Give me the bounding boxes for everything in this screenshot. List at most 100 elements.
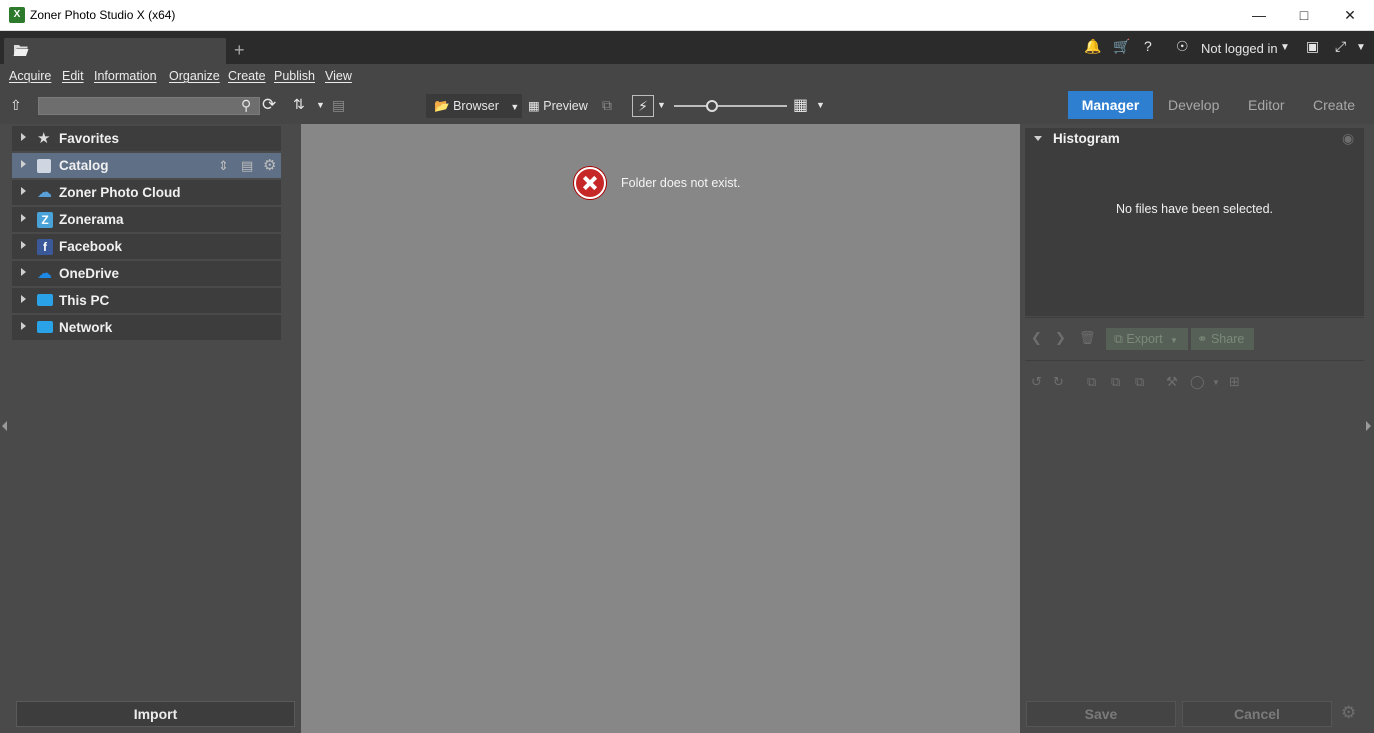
sidebar-item-catalog[interactable]: Catalog ⇕ ▤ ⚙ — [12, 153, 281, 179]
monitor-icon — [37, 294, 53, 306]
login-status[interactable]: Not logged in — [1201, 41, 1278, 56]
tab-create[interactable]: Create — [1313, 91, 1355, 119]
new-folder-icon[interactable]: ▤ — [332, 97, 345, 114]
expand-arrow-icon[interactable] — [21, 214, 26, 222]
compare-icon[interactable]: ⧉ — [1111, 374, 1120, 390]
rotate-right-icon[interactable]: ↻ — [1053, 374, 1064, 390]
add-icon[interactable]: ⊞ — [1229, 374, 1240, 390]
menu-acquire[interactable]: Acquire — [9, 69, 51, 83]
histogram-settings-icon[interactable]: ◉ — [1342, 130, 1354, 147]
sort-dropdown-icon[interactable]: ▼ — [316, 100, 325, 110]
zonerama-icon: Z — [37, 212, 53, 228]
sidebar-item-onedrive[interactable]: ☁ OneDrive — [12, 261, 281, 287]
stamp-dropdown-icon[interactable]: ▼ — [1212, 378, 1220, 387]
share-label: Share — [1210, 332, 1245, 346]
window-title: Zoner Photo Studio X (x64) — [30, 8, 176, 22]
previous-icon[interactable]: ❮ — [1031, 330, 1042, 346]
share-button[interactable]: ⚭ Share — [1191, 328, 1254, 350]
expand-arrow-icon[interactable] — [21, 322, 26, 330]
catalog-icon — [37, 159, 51, 173]
expand-arrow-icon[interactable] — [21, 187, 26, 195]
gear-icon[interactable]: ⚙ — [1341, 703, 1356, 723]
quick-filter-icon[interactable]: ⚡ — [632, 95, 654, 117]
fullscreen-dropdown-icon[interactable]: ▼ — [1356, 42, 1366, 62]
monitor-icon[interactable]: ▣ — [1306, 38, 1319, 58]
network-icon — [37, 321, 53, 333]
collapse-left-panel-icon[interactable] — [2, 421, 7, 431]
tools-icon[interactable]: ⚒ — [1166, 374, 1178, 390]
onedrive-icon: ☁ — [37, 265, 52, 282]
refresh-icon[interactable]: ⟳ — [262, 95, 276, 115]
expand-arrow-icon[interactable] — [21, 133, 26, 141]
sidebar-item-label: Catalog — [59, 158, 109, 173]
copy-icon[interactable]: ⧉ — [1087, 374, 1096, 390]
grid-view-dropdown-icon[interactable]: ▼ — [816, 100, 825, 110]
expand-arrow-icon[interactable] — [21, 295, 26, 303]
rotate-left-icon[interactable]: ↺ — [1031, 374, 1042, 390]
quick-filter-dropdown-icon[interactable]: ▼ — [657, 100, 666, 110]
sidebar-item-label: Network — [59, 320, 113, 335]
histogram-area — [1025, 150, 1364, 316]
login-dropdown-icon[interactable]: ▼ — [1280, 42, 1290, 62]
export-button[interactable]: ⧉ Export ▼ — [1106, 328, 1188, 350]
expand-arrow-icon[interactable] — [21, 268, 26, 276]
sidebar-item-this-pc[interactable]: This PC — [12, 288, 281, 314]
add-tab-button[interactable]: + — [234, 40, 245, 61]
folder-open-icon — [13, 45, 29, 56]
duplicate-icon[interactable]: ⧉ — [1135, 374, 1144, 390]
collapse-right-panel-icon[interactable] — [1366, 421, 1371, 431]
menu-create[interactable]: Create — [228, 69, 266, 83]
sidebar-item-label: This PC — [59, 293, 110, 308]
search-icon[interactable]: ⚲ — [241, 97, 251, 114]
tab-develop[interactable]: Develop — [1168, 91, 1219, 119]
search-input[interactable] — [38, 97, 260, 115]
histogram-title: Histogram — [1053, 131, 1120, 146]
browser-label: Browser — [453, 99, 499, 113]
collapse-arrow-icon[interactable] — [1034, 136, 1042, 141]
export-dropdown-icon: ▼ — [1170, 336, 1178, 345]
fullscreen-icon[interactable]: ⤢ — [1335, 38, 1346, 58]
next-icon[interactable]: ❯ — [1055, 330, 1066, 346]
menu-organize[interactable]: Organize — [169, 69, 220, 83]
sidebar-item-zonerama[interactable]: Z Zonerama — [12, 207, 281, 233]
tab-editor[interactable]: Editor — [1248, 91, 1285, 119]
tab-manager[interactable]: Manager — [1068, 91, 1153, 119]
sidebar-item-network[interactable]: Network — [12, 315, 281, 341]
expand-arrow-icon[interactable] — [21, 241, 26, 249]
import-button[interactable]: Import — [16, 701, 295, 727]
bell-icon[interactable]: 🔔 — [1084, 38, 1101, 58]
help-icon[interactable]: ? — [1144, 38, 1152, 58]
sidebar-item-label: Zonerama — [59, 212, 124, 227]
grid-view-icon[interactable]: ▦ — [793, 95, 808, 115]
menu-publish[interactable]: Publish — [274, 69, 315, 83]
browser-button[interactable]: 📂 Browser ▼ — [426, 94, 522, 118]
cancel-button[interactable]: Cancel — [1182, 701, 1332, 727]
folder-up-icon[interactable]: ⇧ — [10, 97, 22, 114]
external-open-icon[interactable]: ⧉ — [602, 97, 612, 114]
folder-tab[interactable] — [4, 38, 226, 64]
close-button[interactable]: ✕ — [1327, 0, 1373, 31]
expand-arrow-icon[interactable] — [21, 160, 26, 168]
slider-knob[interactable] — [706, 100, 718, 112]
thumbnail-size-slider[interactable] — [674, 105, 787, 107]
histogram-header[interactable]: Histogram ◉ — [1025, 128, 1364, 150]
gear-icon[interactable]: ⚙ — [263, 156, 276, 174]
menu-view[interactable]: View — [325, 69, 352, 83]
menu-edit[interactable]: Edit — [62, 69, 84, 83]
delete-icon[interactable]: 🗑 — [1079, 330, 1096, 346]
sidebar-item-favorites[interactable]: ★ Favorites — [12, 126, 281, 152]
sort-icon[interactable]: ⇅ — [293, 96, 305, 113]
sidebar-item-facebook[interactable]: f Facebook — [12, 234, 281, 260]
minimize-button[interactable]: — — [1236, 0, 1282, 31]
add-folder-icon[interactable]: ▤ — [241, 158, 253, 174]
sidebar-item-zoner-photo-cloud[interactable]: ☁ Zoner Photo Cloud — [12, 180, 281, 206]
menu-information[interactable]: Information — [94, 69, 157, 83]
tab-strip: + — [0, 31, 1374, 64]
sort-arrows-icon[interactable]: ⇕ — [218, 158, 229, 174]
save-button[interactable]: Save — [1026, 701, 1176, 727]
user-icon[interactable]: ☉ — [1176, 38, 1189, 58]
maximize-button[interactable]: □ — [1281, 0, 1327, 31]
menu-bar: Acquire Edit Information Organize Create… — [0, 64, 1374, 88]
stamp-icon[interactable]: ◯ — [1190, 374, 1205, 390]
cart-icon[interactable]: 🛒 — [1113, 38, 1130, 58]
